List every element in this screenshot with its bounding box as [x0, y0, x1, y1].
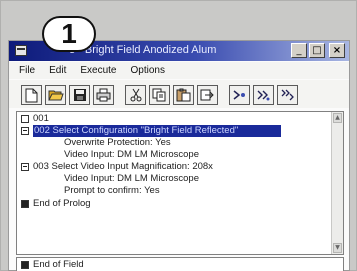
field-pane[interactable]: End of Field — [16, 257, 344, 271]
tree-row[interactable]: Video Input: DM LM Microscope — [17, 173, 327, 185]
scroll-up-icon[interactable]: ▲ — [333, 113, 342, 123]
maximize-button[interactable]: □ — [309, 43, 325, 58]
tree-row[interactable]: Video Input: DM LM Microscope — [17, 149, 327, 161]
toolbar — [9, 80, 349, 108]
tree-row-label: End of Field — [33, 259, 84, 270]
tree-row[interactable]: End of Prolog — [17, 198, 327, 210]
node-box-icon[interactable] — [21, 115, 29, 123]
close-button[interactable]: × — [329, 43, 345, 58]
procedure-tree[interactable]: 001 002 Select Configuration "Bright Fie… — [16, 111, 344, 255]
collapse-box-icon[interactable] — [21, 163, 29, 171]
collapse-box-icon[interactable] — [21, 127, 29, 135]
cut-icon[interactable] — [125, 85, 146, 105]
menu-edit[interactable]: Edit — [49, 65, 66, 76]
tree-row-label: Overwrite Protection: Yes — [64, 137, 171, 148]
new-icon[interactable] — [21, 85, 42, 105]
save-icon[interactable] — [69, 85, 90, 105]
print-icon[interactable] — [93, 85, 114, 105]
node-filled-icon[interactable] — [21, 200, 29, 208]
tree-row[interactable]: Prompt to confirm: Yes — [17, 185, 327, 197]
scroll-down-icon[interactable]: ▼ — [333, 243, 342, 253]
tree-row-label: Video Input: DM LM Microscope — [64, 173, 199, 184]
tree-row-selected[interactable]: 002 Select Configuration "Bright Field R… — [17, 125, 327, 137]
node-filled-icon[interactable] — [21, 261, 29, 269]
application-window: e - Bright Field Anodized Alum _ □ × Fil… — [8, 40, 350, 271]
tree-row-label: 003 Select Video Input Magnification: 20… — [33, 161, 213, 172]
menu-options[interactable]: Options — [131, 65, 165, 76]
minimize-button[interactable]: _ — [291, 43, 307, 58]
menu-bar: File Edit Execute Options — [9, 62, 349, 79]
open-folder-icon[interactable] — [45, 85, 66, 105]
menu-file[interactable]: File — [19, 65, 35, 76]
run-icon[interactable] — [253, 85, 274, 105]
app-menu-icon[interactable] — [15, 45, 27, 56]
paste-icon[interactable] — [173, 85, 194, 105]
tree-row-label: End of Prolog — [33, 198, 91, 209]
tree-row[interactable]: 003 Select Video Input Magnification: 20… — [17, 161, 327, 173]
tree-row-label: 002 Select Configuration "Bright Field R… — [34, 125, 239, 136]
copy-icon[interactable] — [149, 85, 170, 105]
step-number-badge: 1 — [42, 16, 96, 52]
vertical-scrollbar[interactable]: ▲ ▼ — [331, 112, 343, 254]
tree-row-label: 001 — [33, 113, 49, 124]
tree-row-label: Video Input: DM LM Microscope — [64, 149, 199, 160]
run-all-icon[interactable] — [277, 85, 298, 105]
tree-row[interactable]: 001 — [17, 113, 327, 125]
menu-execute[interactable]: Execute — [80, 65, 116, 76]
step-icon[interactable] — [229, 85, 250, 105]
insert-icon[interactable] — [197, 85, 218, 105]
tree-row[interactable]: Overwrite Protection: Yes — [17, 137, 327, 149]
tree-row-label: Prompt to confirm: Yes — [64, 185, 160, 196]
tree-row[interactable]: End of Field — [17, 259, 327, 271]
